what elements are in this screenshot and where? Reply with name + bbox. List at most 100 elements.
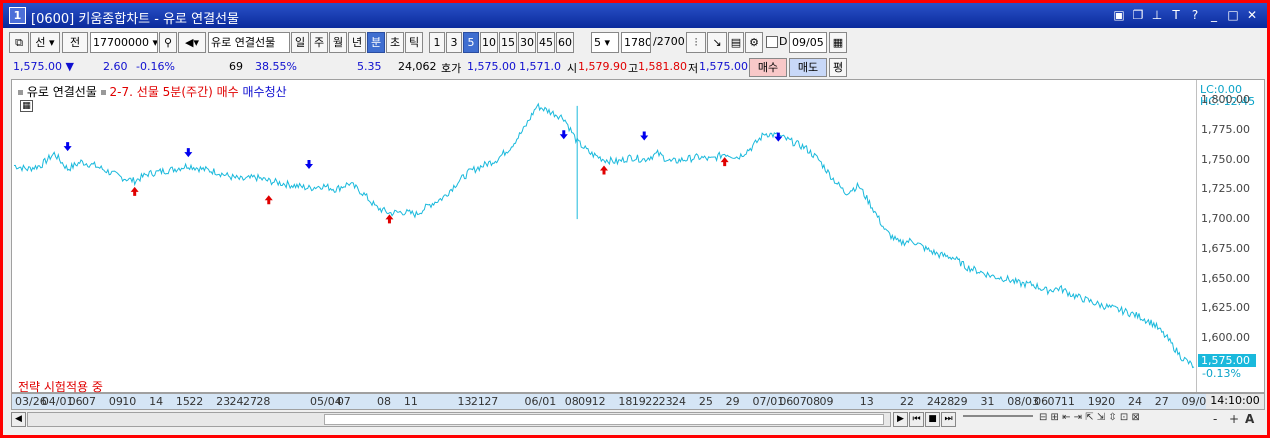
interval-button[interactable]: 15	[499, 32, 517, 53]
toolbar: ⧉ 선 ▾ 전 17700000 ▾ ⚲ ◀▾ 유로 연결선물 일주월년분초틱 …	[9, 32, 1265, 54]
x-tick-label: 28	[256, 395, 271, 408]
search-icon[interactable]: ⚲	[159, 32, 177, 53]
zoom-slider[interactable]	[963, 415, 1033, 417]
x-tick-label: 24	[229, 395, 244, 408]
x-tick-label: 24	[672, 395, 687, 408]
interval-button[interactable]: 30	[518, 32, 536, 53]
high-label: 고	[628, 62, 639, 75]
period-button[interactable]: 초	[386, 32, 404, 53]
x-tick-label: 14	[149, 395, 164, 408]
open-value: 1,579.90	[578, 60, 627, 73]
cascade-icon[interactable]: ❐	[1131, 7, 1145, 23]
prev-button[interactable]: 전	[62, 32, 88, 53]
sound-icon[interactable]: ◀▾	[178, 32, 206, 53]
x-tick-label: 12	[591, 395, 606, 408]
gear-icon[interactable]: ⚙	[745, 32, 763, 53]
sell-button[interactable]: 매도	[789, 58, 827, 77]
price-line-plot	[13, 102, 1195, 369]
x-tick-label: 29	[953, 395, 968, 408]
period-button[interactable]: 주	[310, 32, 328, 53]
x-tick-label: 18	[618, 395, 633, 408]
last-button[interactable]: ⏭	[941, 412, 956, 427]
code-input[interactable]: 17700000 ▾	[90, 32, 158, 53]
x-tick-label: 28	[940, 395, 955, 408]
y-tick-label: 1,750.00	[1201, 152, 1250, 166]
time-box: 14:10:00	[1206, 394, 1264, 409]
interval-button[interactable]: 45	[537, 32, 555, 53]
y-tick-label: 1,725.00	[1201, 182, 1250, 196]
period-button[interactable]: 월	[329, 32, 347, 53]
calendar-icon[interactable]: ▦	[829, 32, 847, 53]
horizontal-scrollbar[interactable]	[27, 412, 891, 427]
d-checkbox[interactable]	[766, 36, 778, 48]
x-axis: 03/26 04/01 06 07 09 10 14 15 22 23 24 27 28 05/04 07 0…	[11, 393, 1265, 410]
text-icon[interactable]: T	[1169, 7, 1183, 23]
save-icon[interactable]: ▤	[728, 32, 744, 53]
x-tick-label: 27	[484, 395, 499, 408]
date-input[interactable]: 09/05	[789, 32, 827, 53]
maximize-icon[interactable]: □	[1226, 7, 1240, 23]
interval-button[interactable]: 1	[429, 32, 445, 53]
x-tick-label: 09	[578, 395, 593, 408]
count-total: /2700	[653, 35, 685, 48]
period-button[interactable]: 분	[367, 32, 385, 53]
quote-volume: 24,062	[398, 60, 437, 73]
play-button[interactable]: ▶	[893, 412, 908, 427]
eval-button[interactable]: 평	[829, 58, 847, 77]
period-button[interactable]: 일	[291, 32, 309, 53]
restore-icon[interactable]: ▣	[1112, 7, 1126, 23]
layout-icon[interactable]: ⧉	[9, 32, 29, 53]
close-icon[interactable]: ✕	[1245, 7, 1259, 23]
interval-button[interactable]: 10	[480, 32, 498, 53]
interval-button[interactable]: 60	[556, 32, 574, 53]
zoom-out-button[interactable]: -	[1213, 412, 1217, 427]
quote-change-pct: -0.16%	[136, 60, 175, 73]
chart-area[interactable]: 유로 연결선물 2-7. 선물 5분(주간) 매수 매수청산 ▦ LC:0.00…	[11, 79, 1265, 394]
interval-button[interactable]: 5	[463, 32, 479, 53]
toolbar-icons[interactable]: ⊟ ⊞ ⇤ ⇥ ⇱ ⇲ ⇳ ⊡ ⊠	[1039, 412, 1140, 427]
title-bar[interactable]: 1 [0600] 키움종합차트 - 유로 연결선물 ▣ ❐ ⊥ T ? _ □ …	[3, 3, 1267, 28]
y-tick-label: 1,800.00	[1201, 92, 1250, 106]
scroll-thumb[interactable]	[324, 414, 884, 425]
x-tick-label: 11	[403, 395, 418, 408]
buy-button[interactable]: 매수	[749, 58, 787, 77]
period-button[interactable]: 틱	[405, 32, 423, 53]
candle-icon[interactable]: ⫶	[686, 32, 706, 53]
trend-icon[interactable]: ↘	[707, 32, 727, 53]
x-tick-label: 08	[377, 395, 392, 408]
minimize-icon[interactable]: _	[1207, 7, 1221, 23]
x-tick-label: 25	[698, 395, 713, 408]
pin-icon[interactable]: ⊥	[1150, 7, 1164, 23]
low-label: 저	[688, 62, 699, 75]
x-tick-label: 06	[1034, 395, 1049, 408]
window-frame: 1 [0600] 키움종합차트 - 유로 연결선물 ▣ ❐ ⊥ T ? _ □ …	[3, 3, 1267, 435]
sell-signal-arrow-icon	[305, 160, 313, 170]
sell-signal-arrow-icon	[559, 130, 568, 140]
x-tick-label: 22	[645, 395, 660, 408]
period-button[interactable]: 년	[348, 32, 366, 53]
x-tick-label: 21	[470, 395, 485, 408]
first-button[interactable]: ⏮	[909, 412, 924, 427]
high-value: 1,581.80	[638, 60, 687, 73]
x-tick-label: 29	[725, 395, 740, 408]
x-tick-label: 08	[564, 395, 579, 408]
y-tick-label: 1,775.00	[1201, 122, 1250, 136]
scroll-left-button[interactable]: ◀	[11, 412, 26, 427]
auto-button[interactable]: A	[1245, 412, 1254, 427]
stop-button[interactable]: ■	[925, 412, 940, 427]
interval-button[interactable]: 3	[446, 32, 462, 53]
d-label: D	[779, 35, 788, 48]
x-tick-label: 11	[1060, 395, 1075, 408]
interval-select[interactable]: 5 ▾	[591, 32, 619, 53]
help-icon[interactable]: ?	[1188, 7, 1202, 23]
x-tick-label: 08	[806, 395, 821, 408]
quote-v1-pct: 38.55%	[255, 60, 297, 73]
symbol-name[interactable]: 유로 연결선물	[208, 32, 290, 53]
low-value: 1,575.00	[699, 60, 748, 73]
mode-select[interactable]: 선 ▾	[30, 32, 60, 53]
zoom-in-button[interactable]: +	[1229, 412, 1239, 427]
count-input[interactable]: 1780	[621, 32, 651, 53]
price-series-line	[13, 102, 1195, 369]
sell-signal-arrow-icon	[63, 142, 72, 152]
window-title: [0600] 키움종합차트 - 유로 연결선물	[31, 12, 239, 27]
